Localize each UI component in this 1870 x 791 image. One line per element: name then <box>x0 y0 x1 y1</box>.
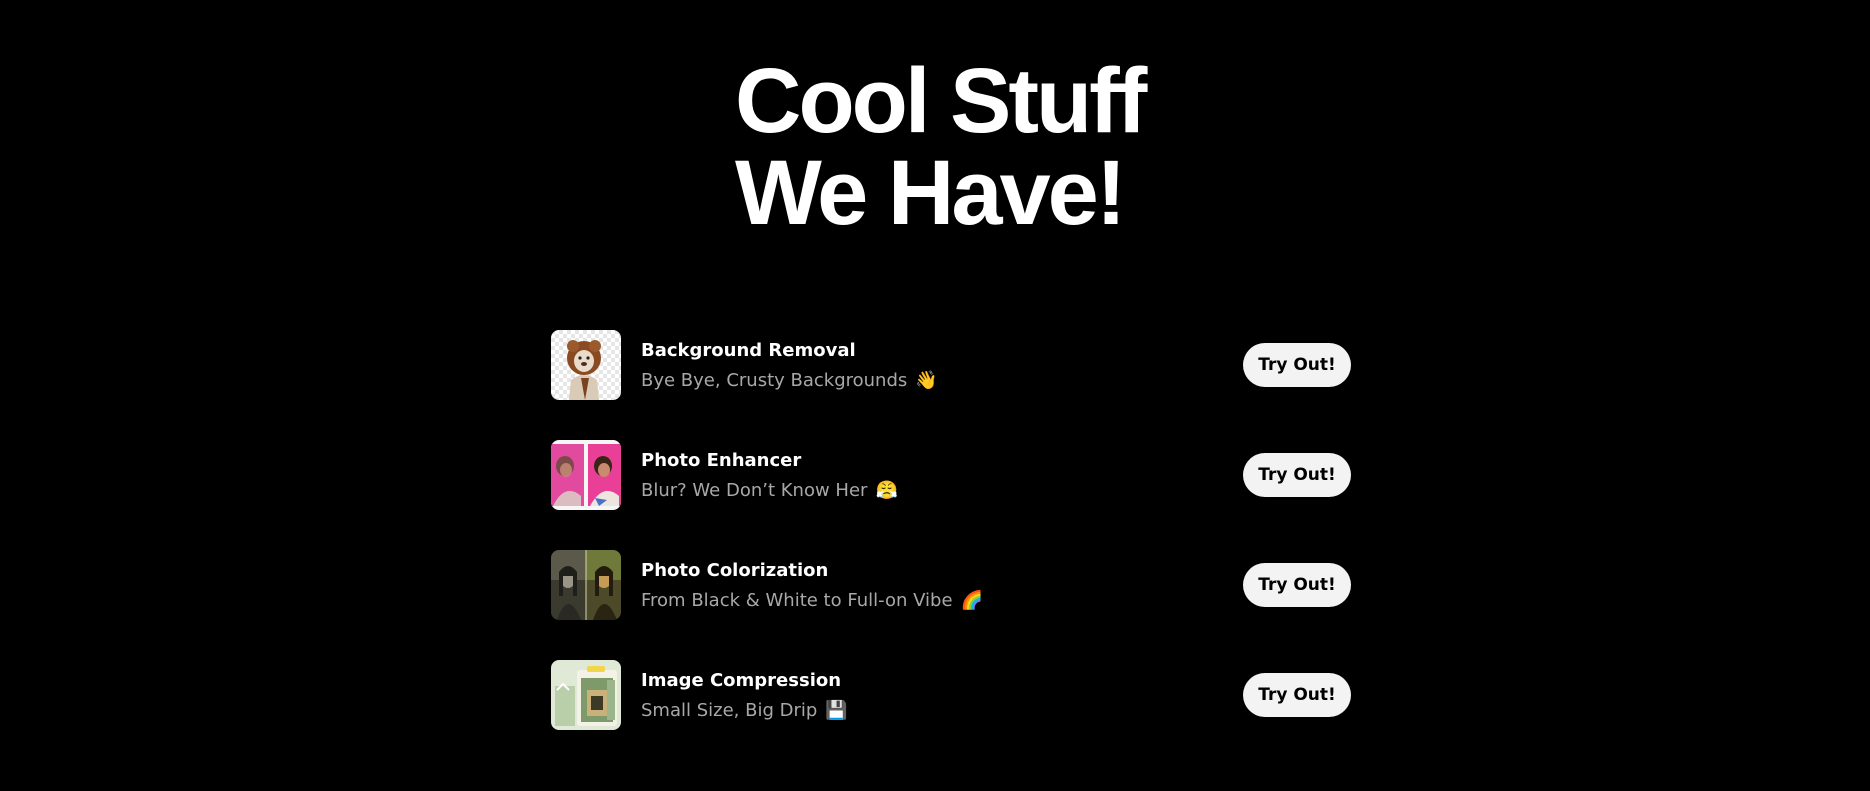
compressed-image-thumbnail <box>551 660 621 730</box>
hero-title-line-2: We Have! <box>735 142 1126 244</box>
tool-subtitle-text: From Black & White to Full-on Vibe <box>641 590 953 611</box>
dog-in-lion-costume-thumbnail <box>551 330 621 400</box>
tool-text: Background Removal Bye Bye, Crusty Backg… <box>641 339 938 393</box>
face-with-steam-emoji: 😤 <box>875 480 898 501</box>
try-out-button-background-removal[interactable]: Try Out! <box>1243 343 1351 387</box>
tool-item-photo-enhancer: Photo Enhancer Blur? We Don’t Know Her 😤 … <box>551 440 1351 510</box>
mona-lisa-split-thumbnail <box>551 550 621 620</box>
tool-subtitle: From Black & White to Full-on Vibe 🌈 <box>641 589 983 613</box>
try-out-button-photo-enhancer[interactable]: Try Out! <box>1243 453 1351 497</box>
portrait-before-after-thumbnail <box>551 440 621 510</box>
tool-subtitle-text: Blur? We Don’t Know Her <box>641 480 868 501</box>
tool-title: Image Compression <box>641 670 842 691</box>
try-out-button-image-compression[interactable]: Try Out! <box>1243 673 1351 717</box>
waving-hand-emoji: 👋 <box>915 370 938 391</box>
tool-subtitle: Small Size, Big Drip 💾 <box>641 699 848 723</box>
tool-title: Background Removal <box>641 340 856 361</box>
tool-subtitle: Blur? We Don’t Know Her 😤 <box>641 479 898 503</box>
tool-subtitle-text: Bye Bye, Crusty Backgrounds <box>641 370 908 391</box>
tool-subtitle: Bye Bye, Crusty Backgrounds 👋 <box>641 369 938 393</box>
tool-item-photo-colorization: Photo Colorization From Black & White to… <box>551 550 1351 620</box>
floppy-disk-emoji: 💾 <box>825 700 848 721</box>
tool-subtitle-text: Small Size, Big Drip <box>641 700 818 721</box>
tool-item-image-compression: Image Compression Small Size, Big Drip 💾 … <box>551 660 1351 730</box>
tool-text: Photo Enhancer Blur? We Don’t Know Her 😤 <box>641 449 898 503</box>
hero-title: Cool Stuff We Have! <box>735 50 1147 244</box>
rainbow-emoji: 🌈 <box>960 590 983 611</box>
hero-title-line-1: Cool Stuff <box>735 50 1147 152</box>
tool-list: Background Removal Bye Bye, Crusty Backg… <box>551 330 1351 770</box>
tool-title: Photo Colorization <box>641 560 829 581</box>
tool-item-background-removal: Background Removal Bye Bye, Crusty Backg… <box>551 330 1351 400</box>
try-out-button-photo-colorization[interactable]: Try Out! <box>1243 563 1351 607</box>
tool-text: Photo Colorization From Black & White to… <box>641 559 983 613</box>
tool-title: Photo Enhancer <box>641 450 802 471</box>
tool-text: Image Compression Small Size, Big Drip 💾 <box>641 669 848 723</box>
page: Cool Stuff We Have! Background Removal B… <box>0 0 1870 791</box>
